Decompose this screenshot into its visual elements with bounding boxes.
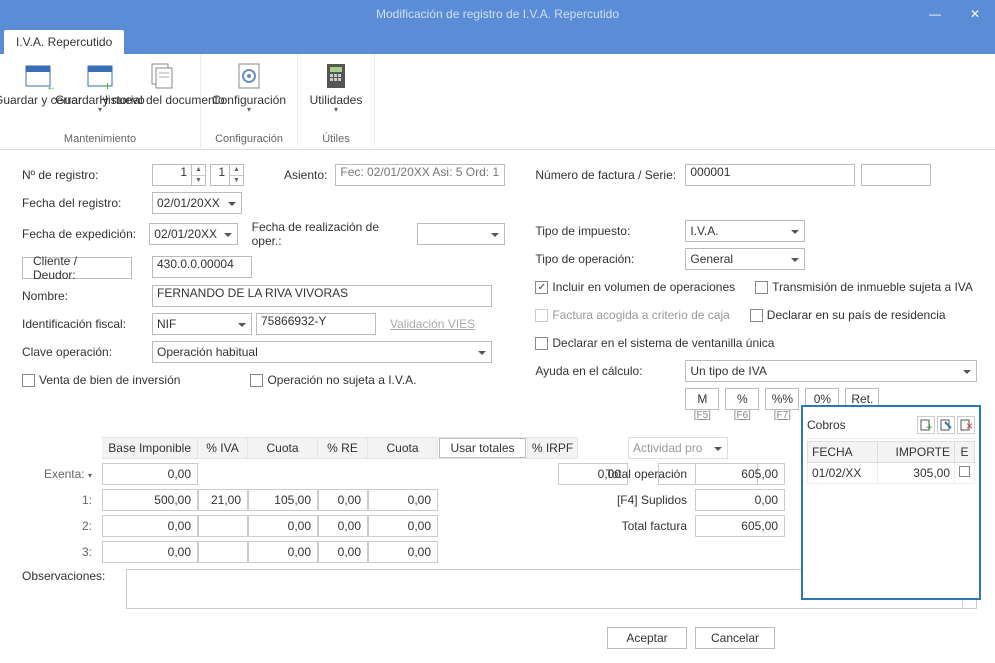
- chk-caja: Factura acogida a criterio de caja: [535, 308, 729, 322]
- r3-cuota2[interactable]: 0,00: [368, 541, 438, 563]
- cobros-title: Cobros: [807, 418, 846, 432]
- svg-text:+: +: [926, 420, 932, 431]
- r2-cuota2[interactable]: 0,00: [368, 515, 438, 537]
- chevron-down-icon: ▾: [334, 105, 338, 114]
- fecha-exp-input[interactable]: 02/01/20XX: [149, 223, 237, 245]
- r3-re[interactable]: 0,00: [318, 541, 368, 563]
- title-bar: Modificación de registro de I.V.A. Reper…: [0, 0, 995, 28]
- minimize-button[interactable]: —: [915, 0, 955, 28]
- calculator-icon: [320, 60, 352, 92]
- total-fac-label: Total factura: [575, 519, 695, 533]
- svg-text:←: ←: [46, 79, 54, 92]
- chk-pais[interactable]: Declarar en su país de residencia: [750, 308, 946, 322]
- r3-iva[interactable]: [198, 541, 248, 563]
- chk-transmision[interactable]: Transmisión de inmueble sujeta a IVA: [755, 280, 973, 294]
- cobros-panel: Cobros + × FECHAIMPORTEE 01/02/XX305,00: [801, 405, 981, 600]
- tab-strip: I.V.A. Repercutido: [0, 28, 995, 54]
- ayuda-select[interactable]: Un tipo de IVA: [685, 360, 977, 382]
- cobros-row[interactable]: 01/02/XX305,00: [808, 463, 975, 484]
- chk-ventanilla[interactable]: Declarar en el sistema de ventanilla úni…: [535, 336, 774, 350]
- ribbon-group-config-label: Configuración: [209, 133, 289, 147]
- r2-re[interactable]: 0,00: [318, 515, 368, 537]
- svg-text:+: +: [104, 79, 111, 92]
- nreg-label: Nº de registro:: [22, 168, 152, 182]
- cliente-input[interactable]: 430.0.0.00004: [152, 256, 252, 278]
- tab-iva-repercutido[interactable]: I.V.A. Repercutido: [4, 30, 124, 54]
- ribbon-group-maint-label: Mantenimiento: [8, 133, 192, 147]
- exenta-label: Exenta: ▾: [22, 467, 102, 481]
- ribbon-group-utils-label: Útiles: [306, 133, 366, 147]
- suplidos-label[interactable]: [F4] Suplidos: [575, 493, 695, 507]
- nreg-b-input[interactable]: 1: [210, 164, 230, 186]
- obs-label: Observaciones:: [22, 569, 126, 583]
- actividad-select[interactable]: Actividad pro: [629, 438, 727, 458]
- chevron-down-icon: ▾: [247, 105, 251, 114]
- utilities-button[interactable]: Utilidades ▾: [306, 58, 366, 114]
- idfiscal-label: Identificación fiscal:: [22, 317, 152, 331]
- nfact-label: Número de factura / Serie:: [535, 168, 685, 182]
- suplidos-value[interactable]: 0,00: [695, 489, 785, 511]
- fecha-reg-label: Fecha del registro:: [22, 196, 152, 210]
- chk-venta-inversion[interactable]: Venta de bien de inversión: [22, 373, 180, 387]
- r2-cuota[interactable]: 0,00: [248, 515, 318, 537]
- cancel-button[interactable]: Cancelar: [695, 627, 775, 649]
- clave-label: Clave operación:: [22, 345, 152, 359]
- fecha-exp-label: Fecha de expedición:: [22, 227, 149, 241]
- r2-iva[interactable]: [198, 515, 248, 537]
- r1-re[interactable]: 0,00: [318, 489, 368, 511]
- idfiscal-tipo-select[interactable]: NIF: [152, 313, 252, 335]
- cobros-table: FECHAIMPORTEE 01/02/XX305,00: [807, 441, 975, 484]
- nreg-a-input[interactable]: 1: [152, 164, 192, 186]
- vies-link[interactable]: Validación VIES: [390, 317, 475, 331]
- chk-volumen[interactable]: ✓Incluir en volumen de operaciones: [535, 280, 735, 294]
- clave-select[interactable]: Operación habitual: [152, 341, 492, 363]
- exenta-base[interactable]: 0,00: [102, 463, 198, 485]
- r1-cuota2[interactable]: 0,00: [368, 489, 438, 511]
- idfiscal-input[interactable]: 75866932-Y: [256, 313, 376, 335]
- r2-base[interactable]: 0,00: [102, 515, 198, 537]
- close-button[interactable]: ✕: [955, 0, 995, 28]
- history-button[interactable]: Historial del documento: [132, 58, 192, 114]
- serie-input[interactable]: [861, 164, 931, 186]
- cobros-delete-button[interactable]: ×: [957, 416, 975, 434]
- window-title: Modificación de registro de I.V.A. Reper…: [376, 7, 619, 21]
- r1-base[interactable]: 500,00: [102, 489, 198, 511]
- usar-totales-button[interactable]: Usar totales: [439, 438, 525, 458]
- ribbon: ← Guardar y cerrar + Guardar y nuevo ▾ H…: [0, 54, 995, 150]
- cobros-edit-button[interactable]: [937, 416, 955, 434]
- document-history-icon: [146, 60, 178, 92]
- total-op-label: Total operación: [575, 467, 695, 481]
- asiento-label: Asiento:: [284, 168, 327, 182]
- tipo-op-select[interactable]: General: [685, 248, 805, 270]
- r3-cuota[interactable]: 0,00: [248, 541, 318, 563]
- tipo-imp-select[interactable]: I.V.A.: [685, 220, 805, 242]
- svg-text:×: ×: [966, 419, 972, 431]
- help-pct-button[interactable]: %: [725, 388, 759, 410]
- nombre-label: Nombre:: [22, 289, 152, 303]
- cobros-add-button[interactable]: +: [917, 416, 935, 434]
- save-new-icon: +: [84, 60, 116, 92]
- chk-no-sujeta[interactable]: Operación no sujeta a I.V.A.: [250, 373, 416, 387]
- accept-button[interactable]: Aceptar: [607, 627, 687, 649]
- gear-icon: [233, 60, 265, 92]
- r3-base[interactable]: 0,00: [102, 541, 198, 563]
- total-op-value: 605,00: [695, 463, 785, 485]
- fecha-reg-input[interactable]: 02/01/20XX: [152, 192, 242, 214]
- total-fac-value: 605,00: [695, 515, 785, 537]
- save-close-icon: ←: [22, 60, 54, 92]
- fecha-oper-input[interactable]: [417, 223, 505, 245]
- nombre-input[interactable]: FERNANDO DE LA RIVA VIVORAS: [152, 285, 492, 307]
- help-m-button[interactable]: M: [685, 388, 719, 410]
- tipo-op-label: Tipo de operación:: [535, 252, 685, 266]
- r1-cuota[interactable]: 105,00: [248, 489, 318, 511]
- cliente-deudor-button[interactable]: Cliente / Deudor:: [22, 257, 132, 279]
- nfact-input[interactable]: 000001: [685, 164, 855, 186]
- asiento-value: Fec: 02/01/20XX Asi: 5 Ord: 1: [335, 164, 505, 186]
- r1-iva[interactable]: 21,00: [198, 489, 248, 511]
- ayuda-label: Ayuda en el cálculo:: [535, 364, 685, 378]
- help-pctpct-button[interactable]: %%: [765, 388, 799, 410]
- fecha-oper-label: Fecha de realización de oper.:: [252, 220, 409, 248]
- tipo-imp-label: Tipo de impuesto:: [535, 224, 685, 238]
